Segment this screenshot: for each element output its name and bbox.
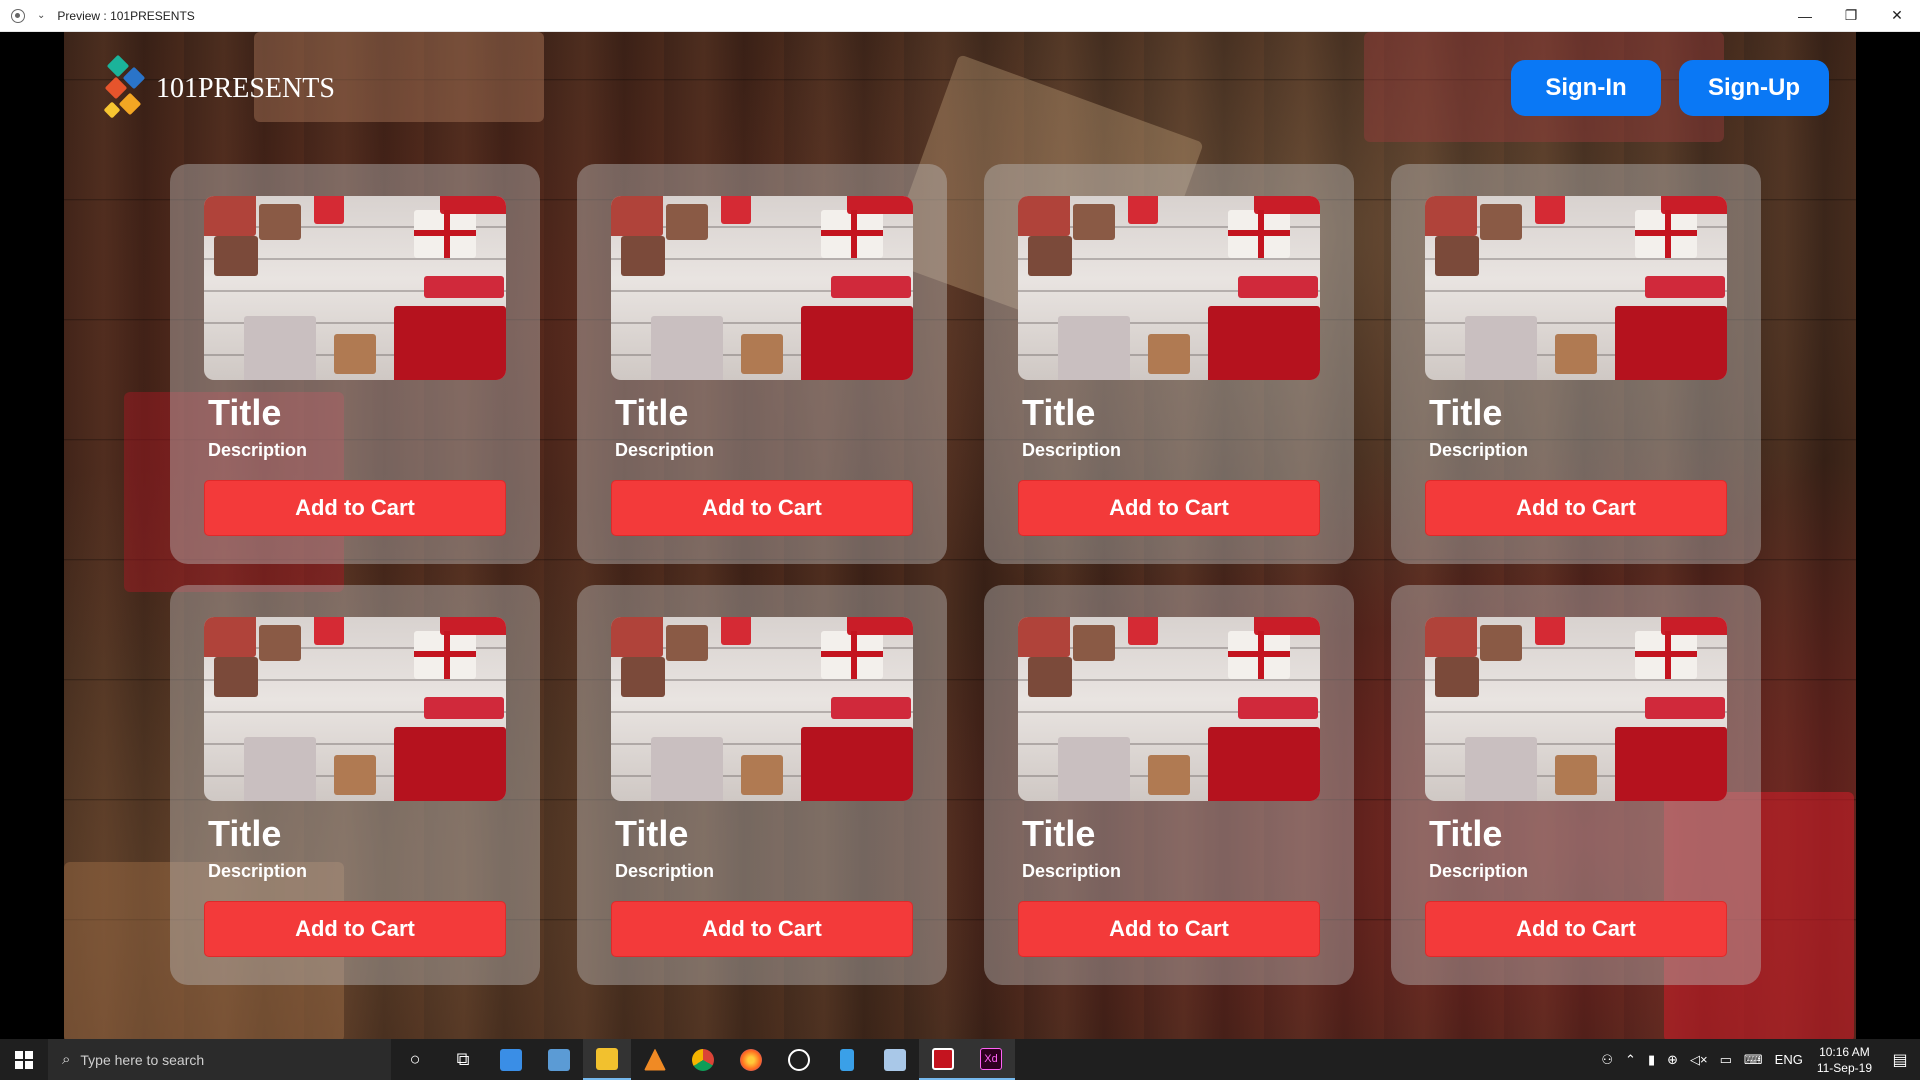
cortana-icon[interactable]: ○: [391, 1039, 439, 1080]
add-to-cart-button[interactable]: Add to Cart: [611, 901, 913, 957]
product-card: Title Description Add to Cart: [577, 164, 947, 564]
product-title: Title: [1022, 813, 1096, 854]
close-button[interactable]: ✕: [1874, 0, 1920, 32]
product-description: Description: [1429, 861, 1529, 881]
taskbar-app-paint-icon[interactable]: [871, 1039, 919, 1080]
network-icon[interactable]: ⊕: [1661, 1052, 1684, 1068]
product-image[interactable]: [1018, 617, 1320, 801]
add-to-cart-button[interactable]: Add to Cart: [611, 480, 913, 536]
brand-logo[interactable]: 101PRESENTS: [103, 54, 335, 124]
clock-date: 11-Sep-19: [1816, 1060, 1872, 1075]
taskbar-app-chrome-icon[interactable]: [679, 1039, 727, 1080]
product-card: Title Description Add to Cart: [170, 585, 540, 985]
add-to-cart-button[interactable]: Add to Cart: [204, 901, 506, 957]
search-icon: ⌕: [62, 1051, 71, 1068]
battery-icon[interactable]: ▮: [1642, 1052, 1661, 1068]
windows-logo-icon: [15, 1050, 33, 1069]
taskbar-app-vlc-icon[interactable]: [631, 1039, 679, 1080]
product-title: Title: [615, 813, 689, 854]
product-image[interactable]: [611, 617, 913, 801]
taskbar-search-box[interactable]: ⌕ Type here to search: [48, 1039, 391, 1080]
minimize-button[interactable]: —: [1782, 0, 1828, 32]
artboard: 101PRESENTS Sign-In Sign-Up Title Descrip…: [64, 32, 1856, 1039]
system-tray: ⚇ ⌃ ▮ ⊕ ◁× ▭ ⌨ ENG 10:16 AM 11-Sep-19 ▤: [1595, 1039, 1920, 1080]
window-title-bar: ⌄ Preview : 101PRESENTS — ❐ ✕: [0, 0, 1920, 32]
product-title: Title: [208, 813, 282, 854]
add-to-cart-button[interactable]: Add to Cart: [1018, 901, 1320, 957]
add-to-cart-button[interactable]: Add to Cart: [204, 480, 506, 536]
search-placeholder: Type here to search: [80, 1051, 205, 1068]
product-card: Title Description Add to Cart: [984, 585, 1354, 985]
product-image[interactable]: [204, 617, 506, 801]
keyboard-icon[interactable]: ⌨: [1738, 1052, 1769, 1068]
product-description: Description: [1022, 440, 1122, 460]
product-title: Title: [615, 392, 689, 433]
preview-stage: 101PRESENTS Sign-In Sign-Up Title Descrip…: [0, 32, 1920, 1039]
task-view-icon[interactable]: ⧉: [439, 1039, 487, 1080]
add-to-cart-button[interactable]: Add to Cart: [1425, 480, 1727, 536]
sign-in-button[interactable]: Sign-In: [1511, 60, 1661, 116]
notifications-icon[interactable]: ▤: [1880, 1039, 1920, 1080]
taskbar-app-visual-studio-icon[interactable]: [535, 1039, 583, 1080]
taskbar: ⌕ Type here to search ○ ⧉ Xd ⚇ ⌃ ▮ ⊕ ◁× …: [0, 1039, 1920, 1080]
product-card: Title Description Add to Cart: [1391, 585, 1761, 985]
chevron-down-icon[interactable]: ⌄: [37, 10, 45, 21]
people-icon[interactable]: ⚇: [1595, 1052, 1619, 1068]
language-indicator[interactable]: ENG: [1769, 1052, 1809, 1067]
product-card: Title Description Add to Cart: [577, 585, 947, 985]
start-button[interactable]: [0, 1039, 48, 1080]
window-controls: — ❐ ✕: [1782, 0, 1920, 32]
product-title: Title: [1022, 392, 1096, 433]
product-title: Title: [208, 392, 282, 433]
taskbar-app-adobe-xd-icon[interactable]: Xd: [967, 1039, 1015, 1080]
product-description: Description: [1022, 861, 1122, 881]
product-image[interactable]: [611, 196, 913, 380]
product-title: Title: [1429, 813, 1503, 854]
taskbar-app-drawboard-icon[interactable]: [775, 1039, 823, 1080]
product-card: Title Description Add to Cart: [984, 164, 1354, 564]
clock[interactable]: 10:16 AM 11-Sep-19: [1809, 1044, 1880, 1076]
product-image[interactable]: [1018, 196, 1320, 380]
product-description: Description: [1429, 440, 1529, 460]
taskbar-app-flashcards-icon[interactable]: [919, 1039, 967, 1080]
app-icon: [11, 8, 25, 23]
power-icon[interactable]: ▭: [1714, 1052, 1738, 1068]
clock-time: 10:16 AM: [1819, 1044, 1870, 1059]
logo-text: 101PRESENTS: [156, 73, 335, 104]
product-card: Title Description Add to Cart: [170, 164, 540, 564]
add-to-cart-button[interactable]: Add to Cart: [1425, 901, 1727, 957]
volume-muted-icon[interactable]: ◁×: [1684, 1052, 1714, 1068]
chevron-up-icon[interactable]: ⌃: [1619, 1052, 1642, 1068]
sign-up-button[interactable]: Sign-Up: [1679, 60, 1829, 116]
window-title: Preview : 101PRESENTS: [57, 8, 195, 23]
restore-button[interactable]: ❐: [1828, 0, 1874, 32]
product-description: Description: [615, 861, 715, 881]
product-description: Description: [615, 440, 715, 460]
product-image[interactable]: [1425, 617, 1727, 801]
product-description: Description: [208, 440, 308, 460]
taskbar-app-file-explorer-icon[interactable]: [583, 1039, 631, 1080]
taskbar-app-store-icon[interactable]: [487, 1039, 535, 1080]
add-to-cart-button[interactable]: Add to Cart: [1018, 480, 1320, 536]
product-card: Title Description Add to Cart: [1391, 164, 1761, 564]
product-title: Title: [1429, 392, 1503, 433]
product-image[interactable]: [1425, 196, 1727, 380]
taskbar-app-notes-icon[interactable]: [823, 1039, 871, 1080]
taskbar-app-firefox-icon[interactable]: [727, 1039, 775, 1080]
logo-mark-icon: [103, 54, 154, 124]
product-image[interactable]: [204, 196, 506, 380]
product-description: Description: [208, 861, 308, 881]
